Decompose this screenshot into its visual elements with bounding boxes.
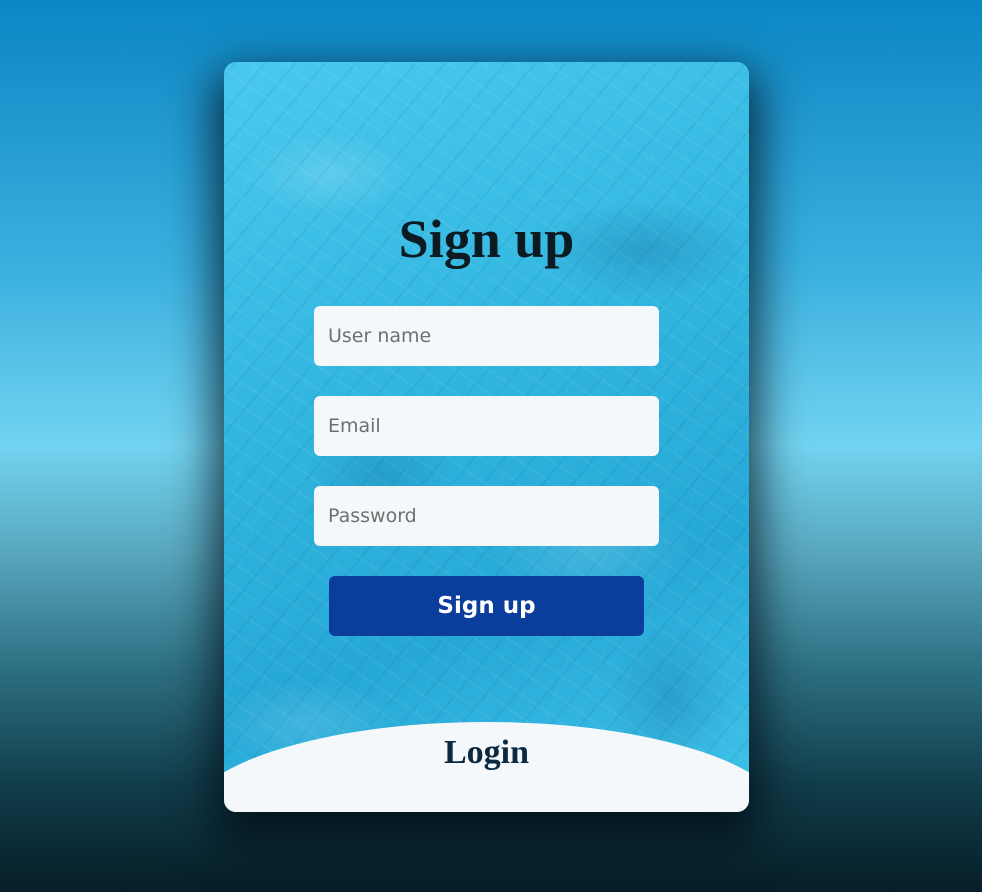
password-input[interactable] [314,486,659,546]
email-input[interactable] [314,396,659,456]
login-link[interactable]: Login [224,736,749,770]
signup-button[interactable]: Sign up [329,576,644,636]
signup-card: Sign up Sign up Login [224,62,749,812]
username-input[interactable] [314,306,659,366]
page-title: Sign up [398,209,575,269]
